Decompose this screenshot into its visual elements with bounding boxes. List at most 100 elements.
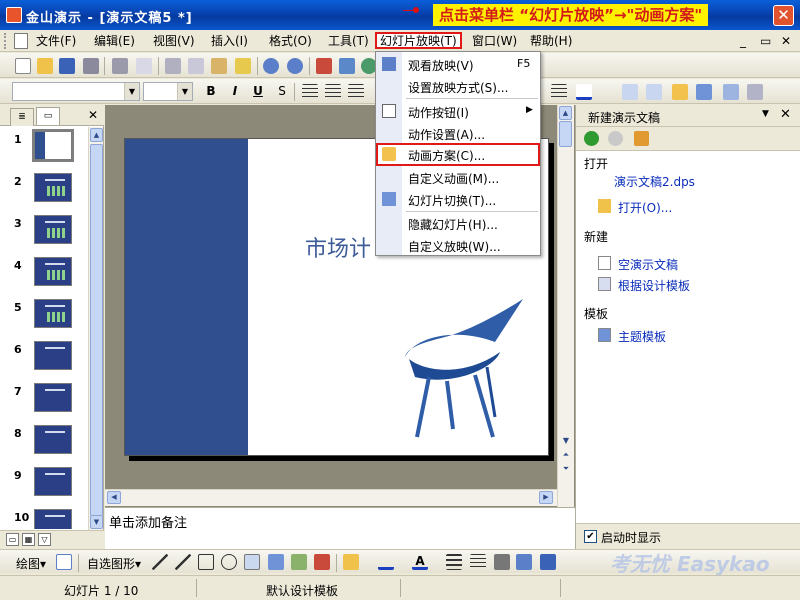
align-left-icon[interactable] [302, 84, 318, 100]
picture-icon[interactable] [314, 554, 330, 570]
task-pane-close-button[interactable]: ✕ [780, 107, 791, 122]
shadow-style-icon[interactable] [516, 554, 532, 570]
doc-close-button[interactable]: ✕ [781, 34, 791, 48]
slide-thumbnail[interactable] [34, 173, 72, 202]
scroll-left-icon[interactable]: ◀ [107, 491, 121, 504]
slide-thumbnail-row[interactable]: 5 [0, 295, 88, 335]
slide-thumbnail[interactable] [34, 425, 72, 454]
line-spacing-icon[interactable] [622, 84, 638, 100]
copy-icon[interactable] [188, 58, 204, 74]
menu-item-custom-show[interactable]: 自定义放映(W)... [376, 234, 540, 256]
slide-thumbnail[interactable] [34, 341, 72, 370]
menu-window[interactable]: 窗口(W) [469, 33, 520, 50]
recent-file-link[interactable]: 演示文稿2.dps [614, 173, 695, 190]
menu-item-action-settings[interactable]: 动作设置(A)... [376, 122, 540, 144]
rectangle-icon[interactable] [198, 554, 214, 570]
textbox-icon[interactable] [244, 554, 260, 570]
menu-tools[interactable]: 工具(T) [325, 33, 372, 50]
slide-thumbnail[interactable] [34, 467, 72, 496]
slideshow-view-icon[interactable]: ▽ [38, 533, 51, 546]
table-icon[interactable] [339, 58, 355, 74]
slide-thumbnail[interactable] [34, 299, 72, 328]
select-arrow-icon[interactable] [56, 554, 72, 570]
back-icon[interactable] [584, 131, 599, 146]
ellipse-icon[interactable] [221, 554, 237, 570]
blank-presentation-link[interactable]: 空演示文稿 [618, 256, 678, 273]
print-icon[interactable] [83, 58, 99, 74]
menu-file[interactable]: 文件(F) [33, 33, 79, 50]
doc-minimize-button[interactable]: _ [740, 34, 746, 48]
autoshapes-button[interactable]: 自选图形▾ [87, 555, 141, 572]
slide-layout-icon[interactable] [723, 84, 739, 100]
undo-icon[interactable] [263, 58, 279, 74]
slides-pane-close-button[interactable]: ✕ [88, 108, 98, 122]
menu-help[interactable]: 帮助(H) [527, 33, 575, 50]
line-color-icon[interactable] [378, 554, 394, 570]
justify-icon[interactable] [551, 84, 567, 100]
3d-style-icon[interactable] [540, 554, 556, 570]
theme-templates-link[interactable]: 主题模板 [618, 328, 666, 345]
menu-item-slide-transition[interactable]: 幻灯片切换(T)... [376, 188, 540, 210]
slide-thumbnail-row[interactable]: 3 [0, 211, 88, 251]
slide-title-text[interactable]: 市场计 [305, 231, 371, 263]
slide-thumbnail-row[interactable]: 6 [0, 337, 88, 377]
menu-item-view-show[interactable]: 观看放映(V) F5 [376, 53, 540, 75]
slide-design-icon[interactable] [696, 84, 712, 100]
show-on-startup-checkbox[interactable]: ✔ [584, 530, 597, 543]
previous-slide-icon[interactable]: ⏶ [559, 449, 573, 462]
doc-restore-button[interactable]: ▭ [760, 34, 771, 48]
slide-thumbnail-row[interactable]: 1 [0, 127, 88, 167]
scroll-up-icon[interactable]: ▲ [559, 106, 572, 120]
slide-thumbnail-row[interactable]: 10 [0, 505, 88, 529]
paste-icon[interactable] [211, 58, 227, 74]
scroll-right-icon[interactable]: ▶ [539, 491, 553, 504]
scroll-up-icon[interactable]: ▲ [90, 128, 103, 142]
notes-placeholder[interactable]: 单击添加备注 [109, 512, 187, 531]
chart-icon[interactable] [316, 58, 332, 74]
save-icon[interactable] [59, 58, 75, 74]
slide-thumbnail[interactable] [34, 215, 72, 244]
italic-button[interactable]: I [227, 84, 243, 98]
font-size-combo[interactable]: ▼ [143, 82, 193, 101]
wordart-icon[interactable] [268, 554, 284, 570]
font-name-combo[interactable]: ▼ [12, 82, 140, 101]
document-icon[interactable] [14, 33, 28, 49]
redo-icon[interactable] [287, 58, 303, 74]
line-icon[interactable] [152, 554, 168, 570]
bold-button[interactable]: B [203, 84, 219, 98]
menu-edit[interactable]: 编辑(E) [91, 33, 138, 50]
cut-icon[interactable] [165, 58, 181, 74]
slide-thumbnail[interactable] [34, 383, 72, 412]
forward-icon[interactable] [608, 131, 623, 146]
slide-thumbnail-row[interactable]: 2 [0, 169, 88, 209]
menu-item-action-buttons[interactable]: 动作按钮(I) ▶ [376, 100, 540, 122]
slide-thumbnail[interactable] [32, 129, 74, 162]
slide-thumbnail-row[interactable]: 7 [0, 379, 88, 419]
tab-slides[interactable]: ▭ [36, 107, 60, 125]
slides-pane-scrollbar[interactable]: ▲ ▼ [88, 127, 103, 530]
slide-thumbnail[interactable] [34, 509, 72, 529]
format-painter-icon[interactable] [235, 58, 251, 74]
next-slide-icon[interactable]: ⏷ [559, 463, 573, 476]
arrow-style-icon[interactable] [494, 554, 510, 570]
align-center-icon[interactable] [325, 84, 341, 100]
fill-color-icon[interactable] [343, 554, 359, 570]
menu-format[interactable]: 格式(O) [266, 33, 315, 50]
home-icon[interactable] [634, 131, 649, 146]
draw-menu-button[interactable]: 绘图▾ [16, 555, 46, 572]
zoom-icon[interactable] [136, 58, 152, 74]
scroll-down-icon[interactable]: ▼ [559, 435, 573, 448]
main-vertical-scrollbar[interactable]: ▲ ▼ ⏶ ⏷ [557, 105, 574, 510]
arrow-icon[interactable] [175, 554, 191, 570]
shadow-button[interactable]: S [274, 84, 290, 98]
slide-thumbnail[interactable] [34, 257, 72, 286]
new-slide-icon[interactable] [672, 84, 688, 100]
paragraph-spacing-icon[interactable] [646, 84, 662, 100]
notes-pane[interactable]: 单击添加备注 [105, 507, 575, 549]
menu-item-hide-slide[interactable]: 隐藏幻灯片(H)... [376, 212, 540, 234]
clipart-icon[interactable] [291, 554, 307, 570]
dash-style-icon[interactable] [470, 554, 486, 570]
task-pane-menu-icon[interactable]: ▼ [762, 109, 769, 119]
window-close-button[interactable]: ✕ [773, 5, 794, 26]
slide-sorter-icon[interactable]: ▦ [22, 533, 35, 546]
